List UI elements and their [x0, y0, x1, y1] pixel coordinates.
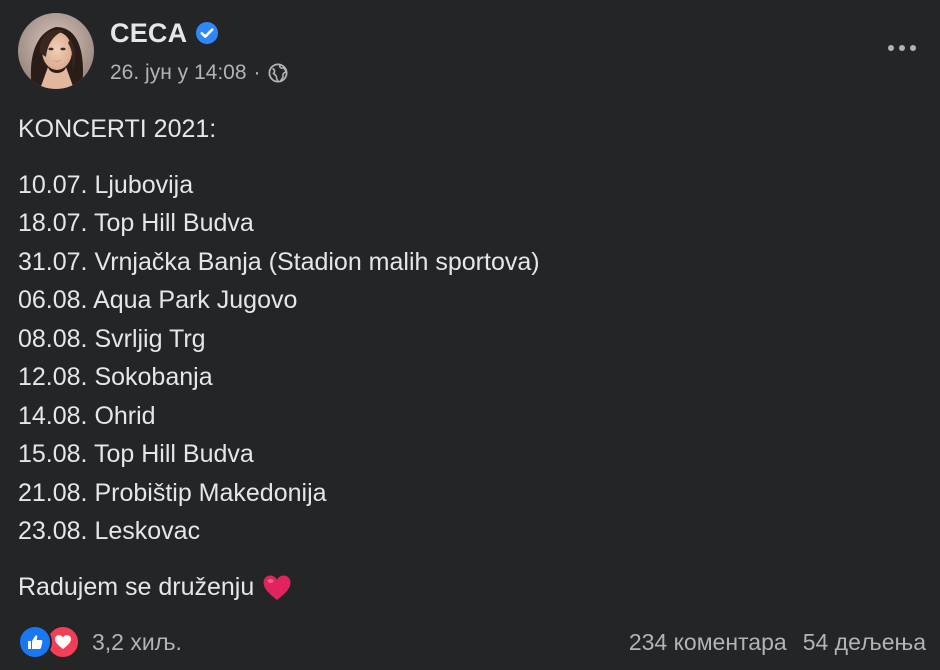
reactions-count: 3,2 хиљ.: [92, 628, 182, 655]
concert-item: 08.08. Svrljig Trg: [18, 324, 206, 353]
verified-badge-icon: [195, 21, 219, 45]
concert-item: 23.08. Leskovac: [18, 517, 201, 545]
post-text: KONCERTI 2021: 10.07. Ljubovija 18.07. T…: [18, 110, 918, 606]
like-icon: [18, 625, 52, 659]
reactions-summary[interactable]: 3,2 хиљ.: [18, 625, 182, 659]
concert-item: 12.08. Sokobanja: [18, 363, 213, 391]
concert-item: 21.08. Probištip Makedonija: [18, 478, 327, 507]
shares-link[interactable]: 54 дељења: [803, 629, 926, 656]
avatar[interactable]: [18, 13, 94, 89]
comments-link[interactable]: 234 коментара: [629, 629, 787, 656]
post-timestamp[interactable]: 26. јун у 14:08: [110, 61, 247, 85]
post-heading: KONCERTI 2021:: [18, 115, 217, 143]
post-meta: 26. јун у 14:08 ·: [110, 59, 288, 87]
facebook-post: CECA 26. јун у 14:08 · KONCERTI 2021: 10…: [0, 0, 940, 670]
author-row: CECA: [110, 16, 219, 50]
concert-item: 06.08. Aqua Park Jugovo: [18, 286, 298, 314]
more-options-button[interactable]: [882, 30, 922, 66]
concert-item: 14.08. Ohrid: [18, 401, 156, 430]
concert-item: 31.07. Vrnjačka Banja (Stadion malih spo…: [18, 247, 540, 276]
globe-icon[interactable]: [268, 63, 288, 83]
red-heart-icon: [262, 574, 292, 602]
meta-separator: ·: [253, 61, 261, 84]
concert-item: 15.08. Top Hill Budva: [18, 440, 254, 468]
concert-item: 10.07. Ljubovija: [18, 170, 194, 199]
closing-line: Radujem se druženju: [18, 568, 918, 607]
reaction-icons: [18, 625, 80, 659]
engagement-stats: 234 коментара 54 дељења: [629, 629, 926, 656]
author-name[interactable]: CECA: [110, 18, 187, 49]
more-dots-icon: [888, 45, 916, 51]
closing-text: Radujem se druženju: [18, 572, 255, 601]
concert-item: 18.07. Top Hill Budva: [18, 209, 254, 237]
avatar-photo: [18, 13, 94, 89]
concert-list: 10.07. Ljubovija 18.07. Top Hill Budva 3…: [18, 166, 918, 551]
post-footer: 3,2 хиљ. 234 коментара 54 дељења: [18, 622, 926, 662]
